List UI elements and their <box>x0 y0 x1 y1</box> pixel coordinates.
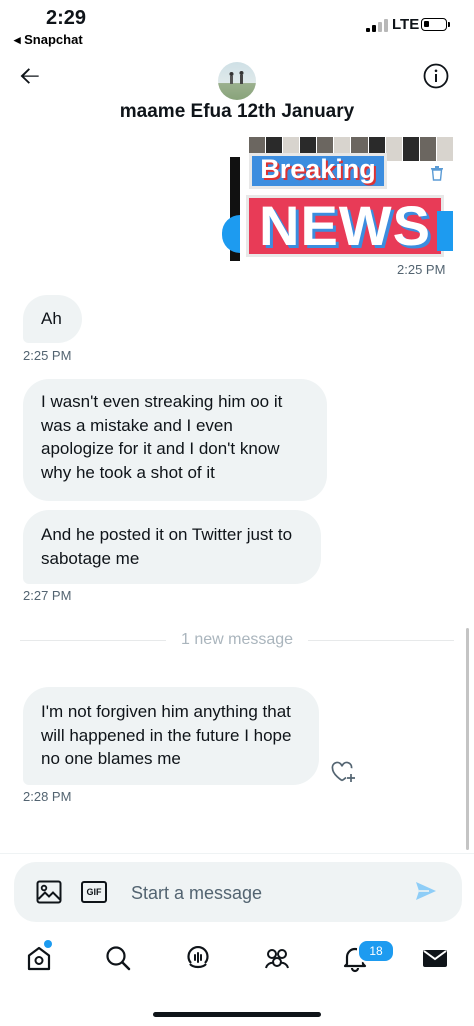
spaces-icon[interactable] <box>183 943 213 973</box>
message-timestamp: 2:27 PM <box>23 588 72 603</box>
info-icon[interactable] <box>423 63 449 89</box>
message-text: And he posted it on Twitter just to sabo… <box>41 525 293 568</box>
battery-icon <box>421 18 450 31</box>
composer-separator <box>0 853 474 854</box>
message-bubble[interactable]: Ah <box>23 295 82 343</box>
avatar-photo-icon <box>229 71 244 84</box>
message-bubble[interactable]: I wasn't even streaking him oo it was a … <box>23 379 327 501</box>
add-reaction-icon[interactable] <box>330 760 356 784</box>
media-attachment[interactable]: Breaking NEWS <box>222 137 453 263</box>
message-text: I'm not forgiven him anything that will … <box>41 702 292 768</box>
conversation-header: maame Efua 12th January <box>0 55 474 130</box>
signal-icon <box>366 19 388 32</box>
media-blue-shape <box>222 215 240 253</box>
breaking-text: Breaking <box>260 154 376 184</box>
trash-icon[interactable] <box>430 165 444 181</box>
communities-icon[interactable] <box>262 943 292 973</box>
back-to-app-link[interactable]: ◂ Snapchat <box>14 32 83 48</box>
status-time: 2:29 <box>46 7 87 29</box>
image-icon[interactable] <box>36 880 62 904</box>
status-bar: 2:29 ◂ Snapchat LTE <box>0 0 474 50</box>
conversation-title: maame Efua 12th January <box>119 101 355 122</box>
news-text: NEWS <box>259 194 431 257</box>
message-timestamp: 2:25 PM <box>23 348 72 363</box>
new-message-divider: 1 new message <box>180 631 294 648</box>
message-bubble[interactable]: I'm not forgiven him anything that will … <box>23 687 319 785</box>
bottom-tab-bar <box>0 935 474 985</box>
back-arrow-icon[interactable] <box>17 63 43 89</box>
scrollbar[interactable] <box>466 628 469 850</box>
message-bubble[interactable]: And he posted it on Twitter just to sabo… <box>23 510 321 584</box>
send-icon[interactable] <box>414 879 438 903</box>
network-type: LTE <box>392 16 420 33</box>
message-input[interactable] <box>131 880 391 906</box>
message-text: Ah <box>41 309 62 328</box>
notifications-badge: 18 <box>357 939 395 963</box>
media-blue-edge <box>437 211 453 251</box>
media-timestamp: 2:25 PM <box>397 262 446 277</box>
message-composer: GIF <box>14 862 462 922</box>
messages-icon[interactable] <box>420 943 450 973</box>
message-text: I wasn't even streaking him oo it was a … <box>41 392 283 482</box>
home-indicator[interactable] <box>153 1012 321 1017</box>
message-timestamp: 2:28 PM <box>23 789 72 804</box>
gif-icon[interactable]: GIF <box>81 881 107 903</box>
home-unread-dot <box>44 940 52 948</box>
avatar[interactable] <box>218 62 256 100</box>
search-icon[interactable] <box>103 943 133 973</box>
